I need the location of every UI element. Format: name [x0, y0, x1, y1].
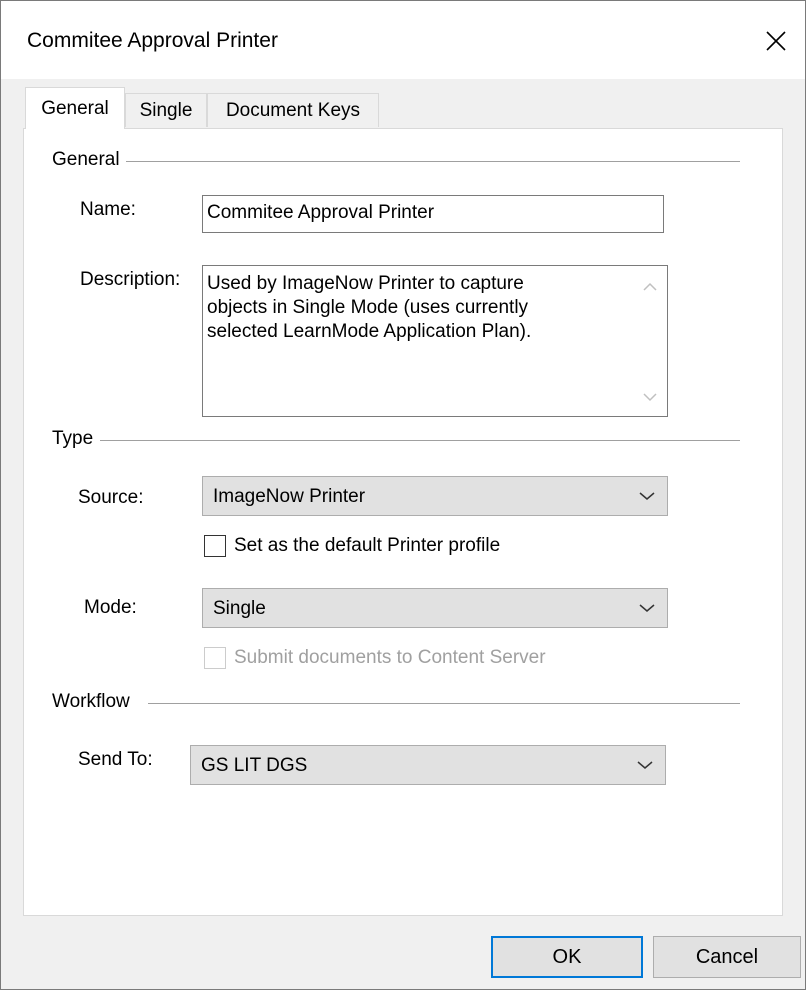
tab-document-keys[interactable]: Document Keys: [207, 93, 379, 127]
submit-documents-checkbox: [204, 647, 226, 669]
type-group-title: Type: [52, 428, 100, 450]
description-label: Description:: [80, 269, 181, 290]
source-dropdown[interactable]: ImageNow Printer: [202, 476, 668, 516]
default-profile-option[interactable]: Set as the default Printer profile: [204, 535, 500, 557]
chevron-down-icon: [637, 761, 653, 769]
mode-dropdown[interactable]: Single: [202, 588, 668, 628]
source-value: ImageNow Printer: [213, 486, 366, 507]
tab-strip: General Single Document Keys: [1, 87, 806, 131]
scroll-up-arrow[interactable]: [633, 272, 667, 302]
send-to-dropdown[interactable]: GS LIT DGS: [190, 745, 666, 785]
general-group-title: General: [52, 149, 126, 171]
tab-single[interactable]: Single: [125, 93, 207, 127]
name-label: Name:: [80, 199, 136, 220]
description-line: Used by ImageNow Printer to capture: [207, 273, 524, 294]
ok-button[interactable]: OK: [491, 936, 643, 978]
submit-documents-option: Submit documents to Content Server: [204, 647, 546, 669]
default-profile-label: Set as the default Printer profile: [234, 535, 501, 556]
description-line: objects in Single Mode (uses currently: [207, 297, 529, 318]
send-to-label: Send To:: [78, 749, 153, 770]
chevron-down-icon: [639, 492, 655, 500]
chevron-up-icon: [643, 282, 657, 291]
submit-documents-label: Submit documents to Content Server: [234, 647, 546, 668]
description-line: selected LearnMode Application Plan).: [207, 321, 532, 342]
workflow-group-divider: [148, 703, 740, 704]
close-icon: [766, 31, 786, 51]
default-profile-checkbox[interactable]: [204, 535, 226, 557]
dropdown-arrow: [635, 477, 659, 515]
mode-label: Mode:: [84, 597, 137, 618]
cancel-button[interactable]: Cancel: [653, 936, 801, 978]
chevron-down-icon: [643, 393, 657, 402]
name-input[interactable]: Commitee Approval Printer: [202, 195, 664, 233]
close-button[interactable]: [747, 15, 805, 67]
scroll-down-arrow[interactable]: [633, 382, 667, 412]
source-label: Source:: [78, 487, 144, 508]
description-text: Used by ImageNow Printer to capture obje…: [207, 272, 631, 344]
mode-value: Single: [213, 598, 266, 619]
dialog-window: Commitee Approval Printer General Single…: [0, 0, 806, 990]
chevron-down-icon: [639, 604, 655, 612]
tab-panel-general: General Name: Commitee Approval Printer …: [23, 128, 783, 916]
dropdown-arrow: [633, 746, 657, 784]
dropdown-arrow: [635, 589, 659, 627]
window-title: Commitee Approval Printer: [27, 29, 278, 52]
description-scrollbar[interactable]: [633, 266, 667, 416]
general-group-divider: [124, 161, 740, 162]
workflow-group-title: Workflow: [52, 691, 136, 713]
type-group-divider: [100, 440, 740, 441]
tab-general[interactable]: General: [25, 87, 125, 129]
title-bar: Commitee Approval Printer: [1, 1, 805, 79]
description-textarea[interactable]: Used by ImageNow Printer to capture obje…: [202, 265, 668, 417]
send-to-value: GS LIT DGS: [201, 755, 308, 776]
